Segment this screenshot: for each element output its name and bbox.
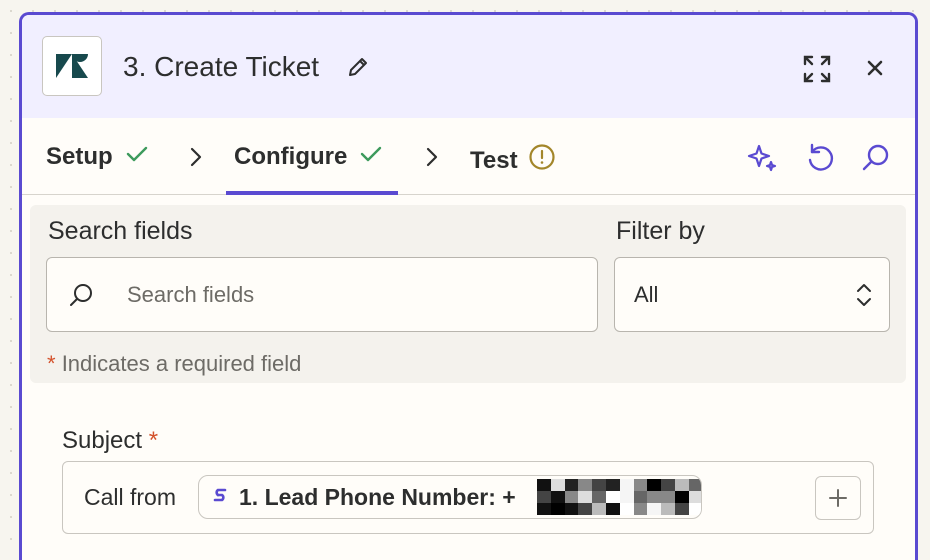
subject-label-text: Subject — [62, 427, 143, 454]
field-filter-section: Search fields Filter by Search fields Al… — [30, 205, 906, 383]
search-fields-input[interactable]: Search fields — [46, 257, 598, 332]
sparkle-icon[interactable] — [746, 142, 778, 179]
subject-field-label: Subject * — [62, 427, 158, 455]
search-fields-label: Search fields — [48, 217, 193, 245]
subject-prefix-text: Call from — [84, 484, 177, 510]
step-tabs: Setup Configure Test — [22, 118, 915, 195]
expand-icon[interactable] — [802, 54, 832, 89]
check-icon — [359, 143, 383, 171]
redacted-phone-number — [537, 479, 701, 515]
updown-chevron-icon — [857, 284, 871, 306]
tab-test[interactable]: Test — [470, 143, 556, 178]
filter-by-select[interactable]: All — [614, 257, 890, 332]
check-icon — [125, 143, 149, 171]
source-app-icon — [213, 486, 227, 509]
subject-input[interactable]: Call from 1. Lead Phone Number: + — [62, 461, 874, 534]
search-icon[interactable] — [860, 142, 892, 179]
tab-setup[interactable]: Setup — [46, 143, 149, 171]
search-icon — [70, 284, 92, 306]
search-fields-placeholder: Search fields — [127, 282, 255, 307]
insert-data-button[interactable] — [815, 476, 861, 520]
step-editor-panel: 3. Create Ticket Setup Configure Test Se… — [19, 12, 918, 560]
tab-configure-label: Configure — [234, 143, 348, 170]
required-note-text: Indicates a required field — [61, 351, 302, 376]
chevron-right-icon — [188, 146, 204, 173]
zendesk-logo — [42, 36, 102, 96]
step-header: 3. Create Ticket — [22, 15, 915, 118]
active-tab-indicator — [226, 191, 398, 195]
tab-setup-label: Setup — [46, 143, 113, 170]
warning-icon — [528, 143, 556, 178]
tab-test-label: Test — [470, 146, 518, 174]
mapped-field-token[interactable]: 1. Lead Phone Number: + — [198, 475, 702, 519]
step-title: 3. Create Ticket — [123, 51, 320, 82]
mapped-field-text: 1. Lead Phone Number: + — [239, 483, 516, 510]
filter-by-value: All — [634, 282, 659, 307]
plus-icon — [829, 489, 847, 507]
required-field-note: * Indicates a required field — [47, 351, 301, 377]
required-star: * — [148, 427, 159, 454]
close-icon[interactable] — [864, 57, 886, 84]
filter-by-label: Filter by — [616, 217, 705, 245]
required-star: * — [47, 351, 56, 376]
tab-configure[interactable]: Configure — [234, 143, 383, 171]
chevron-right-icon — [424, 146, 440, 173]
pencil-icon[interactable] — [346, 55, 370, 84]
refresh-icon[interactable] — [804, 142, 836, 179]
